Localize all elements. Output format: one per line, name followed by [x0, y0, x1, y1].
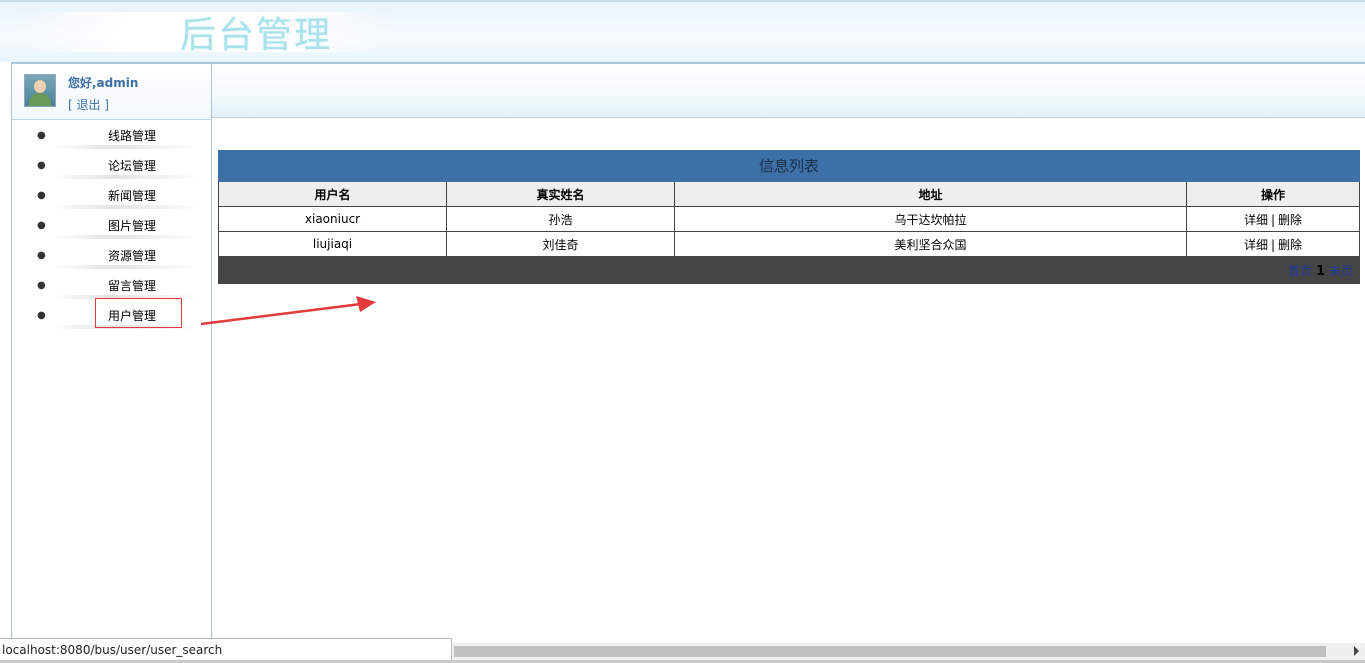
logout-link[interactable]: [ 退出 ]	[68, 96, 109, 113]
column-header-realname: 真实姓名	[446, 181, 675, 207]
bullet-icon: ●	[37, 160, 46, 171]
avatar	[24, 74, 56, 107]
table-caption-row: 信息列表	[217, 150, 1361, 182]
sidebar-item-label[interactable]: 留言管理	[108, 271, 156, 301]
cell-actions: 详细 | 删除	[1185, 206, 1361, 232]
scroll-right-icon[interactable]	[1354, 646, 1359, 656]
user-box: 您好,admin [ 退出 ]	[12, 64, 211, 120]
bullet-icon: ●	[37, 190, 46, 201]
action-separator: |	[1270, 212, 1276, 227]
avatar-body	[29, 93, 51, 106]
cell-realname: 孙浩	[446, 206, 675, 232]
bullet-icon: ●	[37, 250, 46, 261]
sidebar-item-label[interactable]: 线路管理	[108, 121, 156, 151]
column-header-username: 用户名	[218, 181, 447, 207]
sidebar-item-label[interactable]: 新闻管理	[108, 181, 156, 211]
detail-link[interactable]: 详细	[1244, 238, 1268, 252]
column-header-address: 地址	[674, 181, 1187, 207]
sidebar-item-label[interactable]: 资源管理	[108, 241, 156, 271]
scrollbar-thumb[interactable]	[454, 646, 1326, 657]
horizontal-scrollbar[interactable]	[452, 643, 1365, 660]
avatar-head	[34, 80, 46, 93]
bullet-icon: ●	[37, 220, 46, 231]
user-greeting: 您好,admin	[68, 76, 139, 90]
table-row: liujiaqi 刘佳奇 美利坚合众国 详细 | 删除	[218, 231, 1361, 257]
detail-link[interactable]: 详细	[1244, 213, 1268, 227]
table-header-row: 用户名 真实姓名 地址 操作	[218, 181, 1361, 207]
pager-last-link[interactable]: 末页	[1329, 264, 1353, 278]
annotation-arrow-icon	[200, 296, 376, 326]
cell-address: 乌干达坎帕拉	[674, 206, 1187, 232]
cell-actions: 详细 | 删除	[1185, 231, 1361, 257]
info-table: 信息列表 用户名 真实姓名 地址 操作 xiaoniucr 孙浩 乌干达坎帕拉 …	[217, 150, 1361, 284]
annotation-highlight-box	[95, 298, 182, 328]
sidebar-item-label[interactable]: 图片管理	[108, 211, 156, 241]
table-row: xiaoniucr 孙浩 乌干达坎帕拉 详细 | 删除	[218, 206, 1361, 232]
action-separator: |	[1270, 237, 1276, 252]
column-header-actions: 操作	[1185, 181, 1361, 207]
sidebar-item-label[interactable]: 论坛管理	[108, 151, 156, 181]
sidebar-item-route[interactable]: ● 线路管理	[12, 121, 211, 151]
content-header	[212, 62, 1365, 118]
sidebar-item-news[interactable]: ● 新闻管理	[12, 181, 211, 211]
page-title: 后台管理	[180, 15, 333, 56]
cell-username: xiaoniucr	[218, 206, 447, 232]
cell-address: 美利坚合众国	[674, 231, 1187, 257]
sidebar-item-messages[interactable]: ● 留言管理	[12, 271, 211, 301]
sidebar-item-resources[interactable]: ● 资源管理	[12, 241, 211, 271]
top-banner: 后台管理	[0, 0, 1365, 62]
cell-username: liujiaqi	[218, 231, 447, 257]
delete-link[interactable]: 删除	[1278, 238, 1302, 252]
delete-link[interactable]: 删除	[1278, 213, 1302, 227]
sidebar-item-pictures[interactable]: ● 图片管理	[12, 211, 211, 241]
pager-current-page: 1	[1315, 263, 1325, 279]
pager-row: 首页 1 末页	[217, 256, 1361, 284]
bullet-icon: ●	[37, 280, 46, 291]
pager: 首页 1 末页	[217, 256, 1361, 284]
sidebar-item-forum[interactable]: ● 论坛管理	[12, 151, 211, 181]
bullet-icon: ●	[37, 310, 46, 321]
table-caption: 信息列表	[217, 150, 1361, 182]
status-url: localhost:8080/bus/user/user_search	[0, 638, 452, 661]
cell-realname: 刘佳奇	[446, 231, 675, 257]
sidebar: 您好,admin [ 退出 ] ● 线路管理 ● 论坛管理 ● 新闻管理 ● 图…	[11, 62, 212, 640]
bullet-icon: ●	[37, 130, 46, 141]
pager-first-link[interactable]: 首页	[1288, 264, 1312, 278]
